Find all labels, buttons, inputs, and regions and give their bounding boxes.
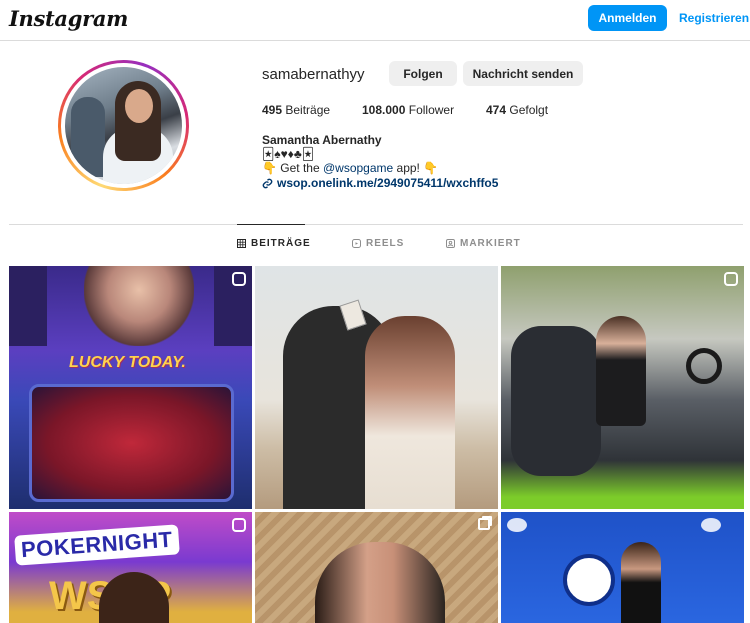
login-button[interactable]: Anmelden <box>588 5 667 31</box>
post-tile-couple-beach[interactable] <box>255 266 498 509</box>
tagged-icon <box>446 239 455 248</box>
bio-mention-link[interactable]: @wsopgame <box>323 161 393 175</box>
tab-reels-label: REELS <box>366 238 405 249</box>
post-tile-poker-night[interactable]: WSOP POKERNIGHT <box>9 512 252 623</box>
reel-indicator-icon <box>232 272 246 286</box>
posts-count: 495 Beiträge <box>262 103 330 117</box>
following-count-value: 474 <box>486 103 507 117</box>
carousel-indicator-icon <box>478 518 490 530</box>
post-tile-convertible-car[interactable] <box>501 266 744 509</box>
grid-icon <box>237 239 246 248</box>
link-icon <box>262 178 273 188</box>
post-tile-wsop-event[interactable] <box>501 512 744 623</box>
avatar-image <box>65 67 182 184</box>
reel-indicator-icon <box>232 518 246 532</box>
followers-count[interactable]: 108.000 Follower <box>362 103 454 117</box>
follow-button[interactable]: Folgen <box>389 61 457 86</box>
following-count[interactable]: 474 Gefolgt <box>486 103 548 117</box>
posts-count-label: Beiträge <box>285 103 331 117</box>
profile-full-name: Samantha Abernathy <box>262 133 382 147</box>
post-tile-couple-chair[interactable] <box>255 512 498 623</box>
followers-count-label: Follower <box>408 103 455 117</box>
profile-username: samabernathyy <box>262 66 365 83</box>
top-navigation-bar: Instagram Anmelden Registrieren <box>0 0 750 41</box>
tab-tagged-label: MARKIERT <box>460 238 521 249</box>
tile4-overlay-text: POKERNIGHT <box>14 524 180 566</box>
tab-posts[interactable]: BEITRÄGE <box>237 238 311 249</box>
following-count-label: Gefolgt <box>509 103 549 117</box>
tab-tagged[interactable]: MARKIERT <box>446 238 521 249</box>
tile1-overlay-text: LUCKY TODAY. <box>69 354 186 371</box>
profile-avatar[interactable] <box>58 60 189 191</box>
send-message-button[interactable]: Nachricht senden <box>463 61 583 86</box>
post-tile-poker-app[interactable]: LUCKY TODAY. <box>9 266 252 509</box>
avatar-border <box>61 63 186 188</box>
bio-text-pre: 👇 Get the <box>262 161 323 175</box>
tabs-divider <box>9 224 743 225</box>
reel-indicator-icon <box>724 272 738 286</box>
bio-link-text: wsop.onelink.me/2949075411/wxchffo5 <box>277 176 499 190</box>
bio-external-link[interactable]: wsop.onelink.me/2949075411/wxchffo5 <box>262 176 498 190</box>
posts-count-value: 495 <box>262 103 283 117</box>
tab-posts-label: BEITRÄGE <box>251 238 311 249</box>
tab-reels[interactable]: REELS <box>352 238 404 249</box>
bio-text-post: app! 👇 <box>393 161 439 175</box>
register-link[interactable]: Registrieren <box>679 11 749 25</box>
wsop-logo-icon <box>563 554 615 606</box>
reels-icon <box>352 239 361 248</box>
bio-line-app: 👇 Get the @wsopgame app! 👇 <box>262 161 438 175</box>
active-tab-indicator <box>237 224 305 225</box>
followers-count-value: 108.000 <box>362 103 406 117</box>
instagram-logo[interactable]: Instagram <box>9 6 128 31</box>
bio-line-cards: 🃏♠♥♦♣🃏 <box>262 147 315 161</box>
